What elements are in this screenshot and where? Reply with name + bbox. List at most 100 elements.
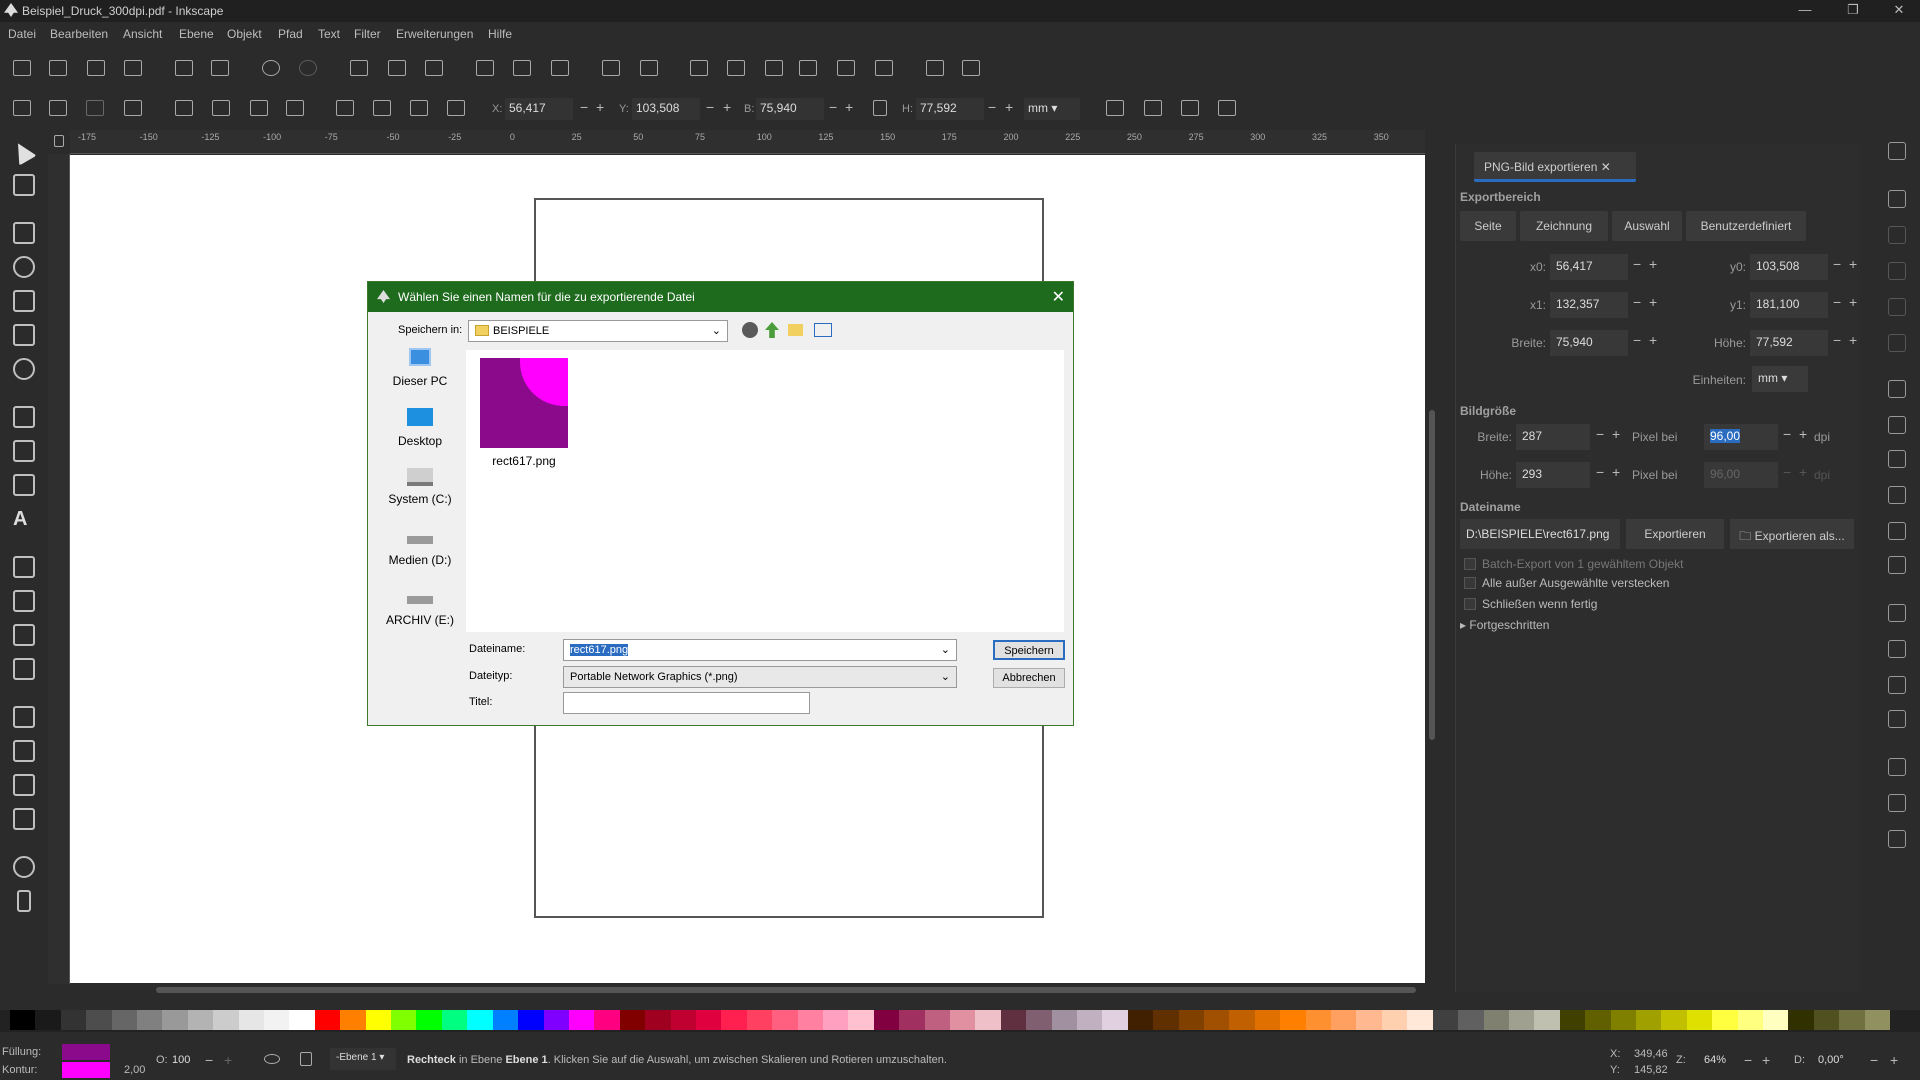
calligraphy-tool-icon[interactable] (13, 474, 35, 496)
deselect-icon[interactable] (86, 100, 104, 116)
place-archiv-e[interactable]: ARCHIV (E:) (372, 588, 468, 627)
unit-select[interactable]: mm ▾ (1024, 98, 1080, 120)
img-height-field[interactable]: 293 (1516, 462, 1590, 488)
menu-ansicht[interactable]: Ansicht (123, 27, 162, 41)
y1-field[interactable]: 181,100 (1750, 292, 1828, 318)
height-field[interactable]: 77,592 (916, 98, 984, 120)
layer-select[interactable]: -Ebene 1 ▾ (330, 1048, 396, 1070)
back-icon[interactable] (742, 322, 758, 338)
hide-all-checkbox[interactable] (1464, 577, 1476, 589)
x0-decrement[interactable]: − (1633, 256, 1641, 272)
img-width-decrement[interactable]: − (1596, 426, 1604, 442)
snap-grid-icon[interactable] (1888, 794, 1906, 812)
y1-increment[interactable]: + (1849, 294, 1857, 310)
advanced-expander[interactable]: ▸ Fortgeschritten (1460, 618, 1549, 632)
palette-swatch[interactable] (492, 1010, 519, 1030)
menu-text[interactable]: Text (318, 27, 340, 41)
file-list[interactable]: rect617.png (466, 350, 1064, 632)
palette-swatch[interactable] (1204, 1010, 1230, 1030)
menu-objekt[interactable]: Objekt (227, 27, 262, 41)
palette-swatch[interactable] (111, 1010, 138, 1030)
menu-filter[interactable]: Filter (354, 27, 381, 41)
rotate-ccw-icon[interactable] (175, 100, 193, 116)
batch-export-checkbox[interactable] (1464, 558, 1476, 570)
title-input[interactable] (563, 692, 810, 714)
palette-swatch[interactable] (213, 1010, 240, 1030)
close-when-done-checkbox[interactable] (1464, 598, 1476, 610)
palette-swatch[interactable] (670, 1010, 697, 1030)
flip-vertical-icon[interactable] (286, 100, 304, 116)
palette-swatch[interactable] (518, 1010, 544, 1030)
connector-tool-icon[interactable] (13, 808, 35, 830)
text-font-icon[interactable] (727, 60, 745, 76)
vertical-scroll-thumb[interactable] (1429, 410, 1435, 740)
snap-bbox-midpoint-icon[interactable] (1888, 298, 1906, 316)
text-tool-icon[interactable]: A (13, 508, 35, 530)
new-folder-icon[interactable] (788, 324, 803, 336)
snap-bbox-center-icon[interactable] (1888, 334, 1906, 352)
objects-icon[interactable] (837, 60, 855, 76)
snap-toggle-icon[interactable] (1888, 142, 1906, 160)
area-tab-selection[interactable]: Auswahl (1612, 211, 1682, 241)
spiral-tool-icon[interactable] (13, 358, 35, 380)
menu-pfad[interactable]: Pfad (278, 27, 303, 41)
import-icon[interactable] (175, 60, 193, 76)
palette-swatch[interactable] (1762, 1010, 1789, 1030)
tab-png-export[interactable]: PNG-Bild exportieren ✕ (1474, 152, 1636, 182)
tweak-tool-icon[interactable] (13, 706, 35, 728)
snap-text-baseline-icon[interactable] (1888, 710, 1906, 728)
export-icon[interactable] (211, 60, 229, 76)
palette-swatch[interactable] (1254, 1010, 1281, 1030)
redo-icon[interactable] (299, 60, 317, 76)
dpi-field[interactable]: 96,00 (1704, 424, 1778, 450)
palette-swatch[interactable] (543, 1010, 570, 1030)
palette-swatch[interactable] (264, 1010, 290, 1030)
menu-bearbeiten[interactable]: Bearbeiten (50, 27, 108, 41)
rectangle-tool-icon[interactable] (13, 222, 35, 244)
y1-decrement[interactable]: − (1833, 294, 1841, 310)
width-field[interactable]: 75,940 (756, 98, 824, 120)
visibility-eye-icon[interactable] (264, 1054, 280, 1064)
undo-icon[interactable] (262, 60, 280, 76)
height-increment[interactable]: + (1005, 99, 1013, 115)
dropper-tool-icon[interactable] (13, 624, 35, 646)
palette-swatch[interactable] (1280, 1010, 1307, 1030)
x1-field[interactable]: 132,357 (1550, 292, 1628, 318)
dialog-close-button[interactable]: ✕ (1052, 287, 1065, 307)
width-increment[interactable]: + (845, 99, 853, 115)
snap-midpoints-icon[interactable] (1888, 556, 1906, 574)
y-field[interactable]: 103,508 (632, 98, 700, 120)
menu-ebene[interactable]: Ebene (179, 27, 214, 41)
snap-intersections-icon[interactable] (1888, 450, 1906, 468)
maximize-button[interactable]: ❐ (1838, 2, 1868, 20)
rotate-cw-icon[interactable] (212, 100, 230, 116)
area-tab-custom[interactable]: Benutzerdefiniert (1686, 211, 1806, 241)
palette-swatch[interactable] (1483, 1010, 1510, 1030)
place-this-pc[interactable]: Dieser PC (372, 348, 468, 388)
up-folder-icon[interactable] (765, 322, 779, 338)
palette-swatch[interactable] (1051, 1010, 1078, 1030)
palette-swatch[interactable] (594, 1010, 621, 1030)
view-menu-icon[interactable] (814, 323, 832, 337)
palette-swatch[interactable] (1788, 1010, 1815, 1030)
flip-horizontal-icon[interactable] (250, 100, 268, 116)
scale-corners-icon[interactable] (1144, 100, 1162, 116)
palette-swatch[interactable] (1432, 1010, 1459, 1030)
palette-swatch[interactable] (1534, 1010, 1561, 1030)
move-patterns-icon[interactable] (1218, 100, 1236, 116)
gradient-tool-icon[interactable] (13, 556, 35, 578)
eraser-tool-icon[interactable] (13, 774, 35, 796)
snap-nodes-icon[interactable] (1888, 380, 1906, 398)
star-tool-icon[interactable] (13, 290, 35, 312)
palette-swatch[interactable] (238, 1010, 265, 1030)
rotation-decrement[interactable]: − (1870, 1052, 1878, 1068)
paint-bucket-tool-icon[interactable] (13, 658, 35, 680)
palette-swatch[interactable] (1102, 1010, 1129, 1030)
palette-swatch[interactable] (746, 1010, 773, 1030)
palette-swatch[interactable] (441, 1010, 468, 1030)
ellipse-tool-icon[interactable] (13, 256, 35, 278)
palette-swatch[interactable] (1077, 1010, 1103, 1030)
palette-swatch[interactable] (619, 1010, 646, 1030)
units-select[interactable]: mm ▾ (1752, 366, 1808, 392)
zoom-decrement[interactable]: − (1744, 1052, 1752, 1068)
